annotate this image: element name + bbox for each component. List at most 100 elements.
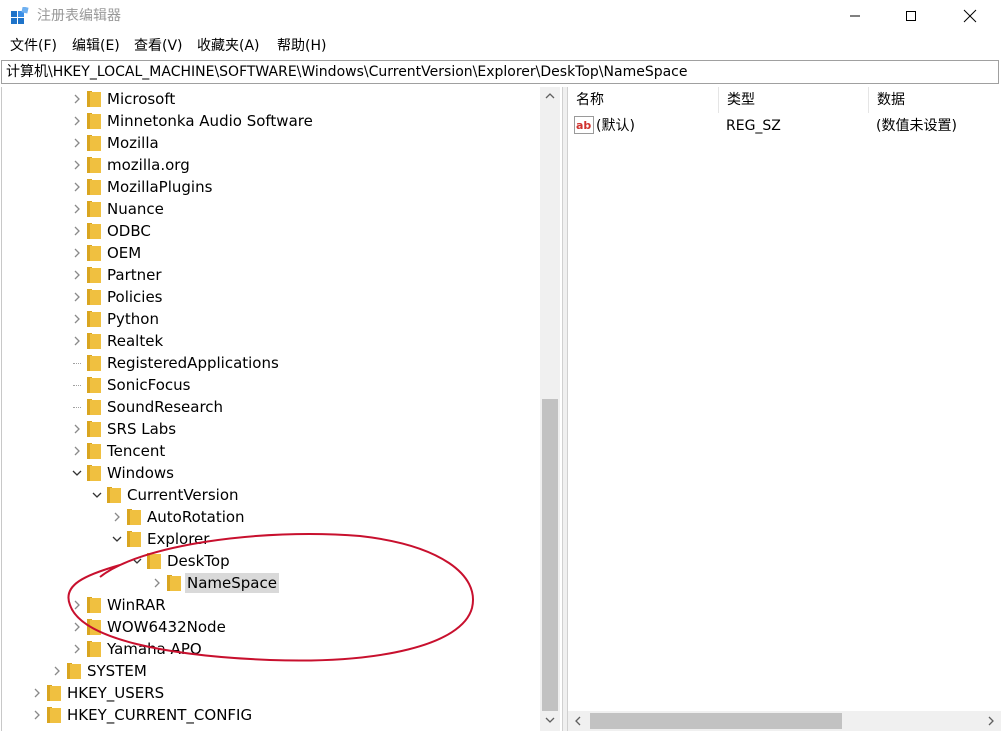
tree-node[interactable]: SYSTEM xyxy=(2,660,542,682)
chevron-right-icon[interactable] xyxy=(71,269,83,281)
tree-node[interactable]: mozilla.org xyxy=(2,154,542,176)
tree-node[interactable]: CurrentVersion xyxy=(2,484,542,506)
list-scroll-thumb[interactable] xyxy=(590,713,842,729)
tree-node[interactable]: WinRAR xyxy=(2,594,542,616)
title-bar: 注册表编辑器 xyxy=(0,0,1001,32)
chevron-right-icon[interactable] xyxy=(31,709,43,721)
maximize-button[interactable] xyxy=(888,0,934,32)
chevron-right-icon[interactable] xyxy=(71,181,83,193)
menu-view[interactable]: 查看(V) xyxy=(134,37,183,55)
tree-node[interactable]: Windows xyxy=(2,462,542,484)
chevron-right-icon[interactable] xyxy=(71,445,83,457)
tree-scroll-thumb[interactable] xyxy=(542,399,558,711)
tree-node[interactable]: Mozilla xyxy=(2,132,542,154)
folder-icon xyxy=(87,245,101,261)
tree-node-label: DeskTop xyxy=(167,552,230,570)
key-tree[interactable]: Microsoft Minnetonka Audio Software Mozill… xyxy=(1,87,563,731)
value-row[interactable]: ab (默认) REG_SZ (数值未设置) xyxy=(568,115,1001,137)
menu-favorites[interactable]: 收藏夹(A) xyxy=(197,37,260,55)
tree-node-label: ODBC xyxy=(107,222,151,240)
tree-node[interactable]: HKEY_USERS xyxy=(2,682,542,704)
tree-node-label: WOW6432Node xyxy=(107,618,226,636)
chevron-right-icon[interactable] xyxy=(71,225,83,237)
tree-node[interactable]: DeskTop xyxy=(2,550,542,572)
menu-file[interactable]: 文件(F) xyxy=(10,37,57,55)
tree-node[interactable]: WOW6432Node xyxy=(2,616,542,638)
tree-node[interactable]: AutoRotation xyxy=(2,506,542,528)
folder-icon xyxy=(147,553,161,569)
tree-connector xyxy=(73,407,81,408)
scroll-right-icon[interactable] xyxy=(986,715,996,727)
chevron-right-icon[interactable] xyxy=(71,335,83,347)
chevron-right-icon[interactable] xyxy=(111,511,123,523)
minimize-button[interactable] xyxy=(832,0,878,32)
tree-node-label: NameSpace xyxy=(185,573,279,593)
chevron-right-icon[interactable] xyxy=(51,665,63,677)
folder-icon xyxy=(87,421,101,437)
menu-edit[interactable]: 编辑(E) xyxy=(72,37,120,55)
tree-node-label: HKEY_CURRENT_CONFIG xyxy=(67,706,253,724)
scroll-down-icon[interactable] xyxy=(544,715,556,725)
tree-node[interactable]: SRS Labs xyxy=(2,418,542,440)
folder-icon xyxy=(87,179,101,195)
address-bar[interactable]: 计算机\HKEY_LOCAL_MACHINE\SOFTWARE\Windows\… xyxy=(1,60,999,84)
tree-node[interactable]: RegisteredApplications xyxy=(2,352,542,374)
chevron-right-icon[interactable] xyxy=(71,599,83,611)
column-header-name[interactable]: 名称 xyxy=(568,87,719,113)
chevron-down-icon[interactable] xyxy=(131,555,143,567)
tree-node[interactable]: ODBC xyxy=(2,220,542,242)
close-button[interactable] xyxy=(947,0,993,32)
tree-node[interactable]: Python xyxy=(2,308,542,330)
menu-help[interactable]: 帮助(H) xyxy=(277,37,326,55)
tree-node[interactable]: HKEY_CURRENT_CONFIG xyxy=(2,704,542,726)
chevron-right-icon[interactable] xyxy=(71,93,83,105)
scroll-left-icon[interactable] xyxy=(573,715,583,727)
folder-icon xyxy=(87,311,101,327)
folder-icon xyxy=(47,685,61,701)
tree-node[interactable]: Partner xyxy=(2,264,542,286)
chevron-right-icon[interactable] xyxy=(151,577,163,589)
chevron-right-icon[interactable] xyxy=(71,115,83,127)
folder-icon xyxy=(87,135,101,151)
tree-node[interactable]: Tencent xyxy=(2,440,542,462)
tree-node-label: MozillaPlugins xyxy=(107,178,213,196)
tree-vertical-scrollbar[interactable] xyxy=(540,87,560,731)
tree-node-label: SonicFocus xyxy=(107,376,191,394)
tree-node[interactable]: SoundResearch xyxy=(2,396,542,418)
tree-node[interactable]: Minnetonka Audio Software xyxy=(2,110,542,132)
tree-node[interactable]: Realtek xyxy=(2,330,542,352)
chevron-right-icon[interactable] xyxy=(71,159,83,171)
column-header-type[interactable]: 类型 xyxy=(719,87,869,113)
folder-icon xyxy=(127,531,141,547)
tree-node[interactable]: Policies xyxy=(2,286,542,308)
chevron-down-icon[interactable] xyxy=(91,489,103,501)
chevron-right-icon[interactable] xyxy=(71,643,83,655)
tree-node[interactable]: NameSpace xyxy=(2,572,542,594)
chevron-right-icon[interactable] xyxy=(71,621,83,633)
tree-node[interactable]: MozillaPlugins xyxy=(2,176,542,198)
tree-node[interactable]: Microsoft xyxy=(2,88,542,110)
tree-node[interactable]: Yamaha APO xyxy=(2,638,542,660)
tree-node[interactable]: Explorer xyxy=(2,528,542,550)
chevron-right-icon[interactable] xyxy=(71,203,83,215)
registry-editor-icon xyxy=(11,7,29,24)
chevron-right-icon[interactable] xyxy=(71,313,83,325)
tree-node-label: SRS Labs xyxy=(107,420,177,438)
folder-icon xyxy=(87,91,101,107)
column-header-data[interactable]: 数据 xyxy=(869,87,1001,113)
chevron-right-icon[interactable] xyxy=(71,137,83,149)
chevron-right-icon[interactable] xyxy=(71,247,83,259)
tree-node[interactable]: OEM xyxy=(2,242,542,264)
folder-icon xyxy=(107,487,121,503)
chevron-down-icon[interactable] xyxy=(111,533,123,545)
scroll-up-icon[interactable] xyxy=(544,91,556,101)
chevron-down-icon[interactable] xyxy=(71,467,83,479)
chevron-right-icon[interactable] xyxy=(71,291,83,303)
value-list[interactable]: 名称 类型 数据 ab (默认) REG_SZ (数值未设置) xyxy=(568,87,1001,731)
tree-node[interactable]: SonicFocus xyxy=(2,374,542,396)
chevron-right-icon[interactable] xyxy=(31,687,43,699)
list-horizontal-scrollbar[interactable] xyxy=(568,711,1001,731)
tree-node[interactable]: Nuance xyxy=(2,198,542,220)
tree-connector xyxy=(73,363,81,364)
chevron-right-icon[interactable] xyxy=(71,423,83,435)
